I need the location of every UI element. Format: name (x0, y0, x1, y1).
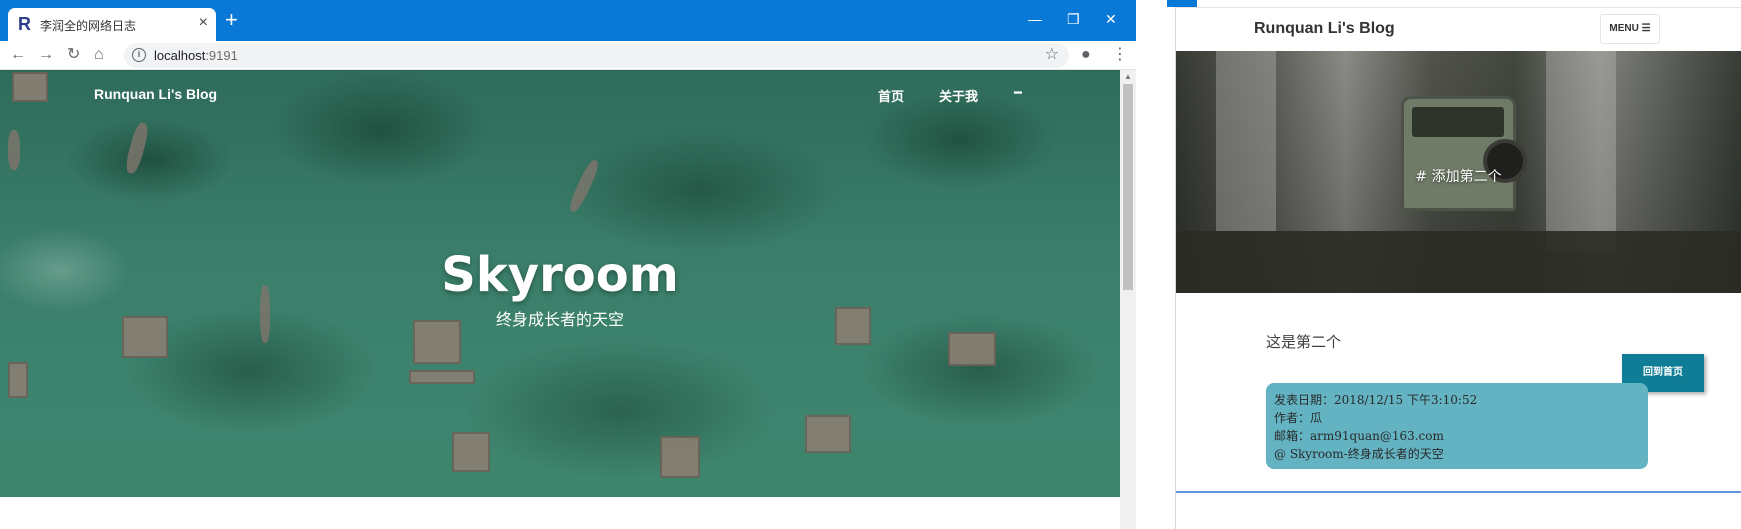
ground-image (1176, 231, 1741, 293)
hut-image (12, 72, 48, 102)
browser-titlebar: R 李润全的网络日志 × + — ❐ ✕ (0, 0, 1136, 41)
post-author: 作者：瓜 (1274, 411, 1323, 425)
scrollbar-thumb[interactable] (1123, 84, 1133, 290)
wall-image (1546, 51, 1616, 251)
nav-link-home[interactable]: 首页 (878, 86, 904, 105)
post-email: 邮箱：arm91quan@163.com (1274, 429, 1444, 443)
page-viewport: Runquan Li's Blog 首页 关于我 ━ Skyroom 终身成长者… (0, 70, 1120, 497)
bookmark-star-icon[interactable]: ☆ (1045, 46, 1059, 64)
post-site-brand[interactable]: Runquan Li's Blog (1254, 20, 1395, 38)
address-bar[interactable]: i localhost:9191 ☆ (124, 43, 1069, 68)
panel-bottom-line (1176, 491, 1741, 493)
post-date: 发表日期：2018/12/15 下午3:10:52 (1274, 393, 1478, 407)
reload-icon[interactable]: ↻ (67, 45, 80, 65)
jeep-window (1412, 107, 1504, 137)
url-text: localhost:9191 (154, 48, 238, 63)
close-window-icon[interactable]: ✕ (1105, 10, 1117, 28)
hut-image (805, 415, 851, 453)
post-site: @ Skyroom-终身成长者的天空 (1274, 447, 1444, 461)
url-port: :9191 (205, 48, 238, 63)
hut-image (660, 436, 700, 478)
dock-image (409, 370, 475, 384)
url-host: localhost (154, 48, 206, 63)
nav-link-about[interactable]: 关于我 (939, 86, 978, 105)
post-title: # 添加第二个 (1415, 169, 1502, 185)
browser-tab[interactable]: R 李润全的网络日志 × (8, 8, 216, 41)
info-icon[interactable]: i (132, 48, 146, 62)
site-brand[interactable]: Runquan Li's Blog (94, 86, 217, 102)
forward-icon[interactable]: → (38, 45, 54, 65)
profile-icon[interactable]: ● (1081, 45, 1091, 65)
nav-link-extra[interactable]: ━ (1014, 85, 1022, 101)
panel-accent (1167, 0, 1197, 7)
menu-button[interactable]: MENU ☰ (1600, 14, 1660, 44)
tab-title: 李润全的网络日志 (40, 19, 137, 33)
scrollbar[interactable]: ▲ (1120, 70, 1136, 529)
boat-image (123, 121, 151, 175)
hut-image (8, 362, 28, 398)
home-icon[interactable]: ⌂ (94, 45, 104, 65)
hero-subtitle: 终身成长者的天空 (495, 310, 624, 329)
scroll-up-icon[interactable]: ▲ (1124, 72, 1132, 81)
browser-menu-icon[interactable]: ⋮ (1112, 45, 1128, 65)
boat-image (8, 130, 20, 170)
wall-image (1216, 51, 1276, 231)
minimize-icon[interactable]: — (1028, 10, 1042, 28)
site-favicon-icon: R (18, 14, 31, 34)
post-meta-box: 发表日期：2018/12/15 下午3:10:52 作者：瓜 邮箱：arm91q… (1266, 383, 1648, 469)
hut-image (948, 332, 996, 366)
tab-close-icon[interactable]: × (199, 14, 208, 32)
post-content: 这是第二个 (1266, 333, 1342, 351)
restore-icon[interactable]: ❐ (1067, 10, 1080, 28)
browser-toolbar: ← → ↻ ⌂ i localhost:9191 ☆ ● ⋮ (0, 41, 1136, 70)
hut-image (452, 432, 490, 472)
hero-title: Skyroom (441, 247, 679, 303)
boat-image (566, 158, 602, 214)
back-icon[interactable]: ← (10, 45, 26, 65)
jeep-image (1401, 96, 1527, 211)
new-tab-button[interactable]: + (225, 9, 238, 31)
browser-window: R 李润全的网络日志 × + — ❐ ✕ ← → ↻ ⌂ i localhost… (0, 0, 1136, 529)
